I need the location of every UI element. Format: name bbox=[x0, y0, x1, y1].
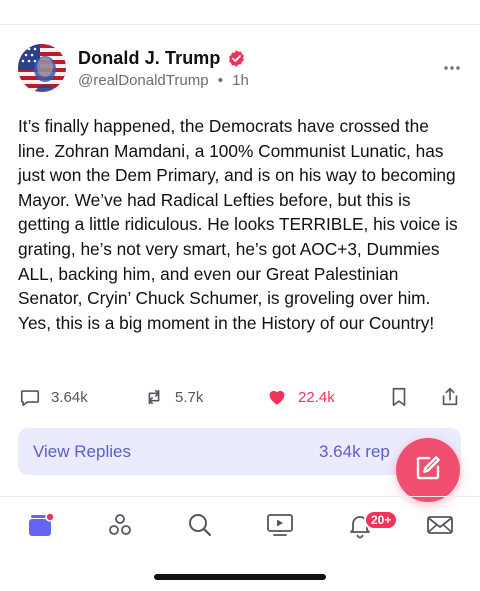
avatar[interactable] bbox=[18, 44, 66, 92]
tab-search[interactable] bbox=[184, 511, 216, 543]
notifications-badge: 20+ bbox=[364, 510, 399, 530]
retruth-icon bbox=[143, 386, 165, 408]
mail-icon bbox=[425, 511, 455, 544]
groups-icon bbox=[106, 511, 134, 544]
tab-groups[interactable] bbox=[104, 511, 136, 543]
separator-dot: • bbox=[217, 72, 223, 89]
replies-count: 3.64k rep bbox=[319, 442, 390, 461]
view-replies-button[interactable]: View Replies 3.64k rep bbox=[18, 428, 461, 475]
tab-video[interactable] bbox=[264, 511, 296, 543]
video-icon bbox=[265, 511, 295, 544]
post-card: Donald J. Trump @realDonaldTrump • 1h It… bbox=[0, 25, 480, 502]
handle-row: @realDonaldTrump • 1h bbox=[78, 72, 249, 89]
post-body: It’s finally happened, the Democrats hav… bbox=[18, 116, 458, 333]
heart-icon bbox=[266, 386, 288, 408]
compose-icon bbox=[413, 453, 443, 488]
reply-icon bbox=[19, 386, 41, 408]
like-count: 22.4k bbox=[298, 388, 335, 406]
compose-button[interactable] bbox=[396, 438, 460, 502]
reply-count: 3.64k bbox=[51, 388, 88, 406]
reply-button[interactable]: 3.64k bbox=[19, 383, 88, 411]
bottom-tab-bar: 20+ bbox=[0, 497, 480, 557]
retruth-count: 5.7k bbox=[175, 388, 204, 406]
retruth-button[interactable]: 5.7k bbox=[143, 383, 203, 411]
home-indicator bbox=[154, 574, 326, 580]
bookmark-button[interactable] bbox=[389, 383, 409, 411]
name-row: Donald J. Trump bbox=[78, 48, 246, 69]
home-icon bbox=[25, 510, 55, 545]
search-icon bbox=[186, 511, 214, 544]
view-replies-label: View Replies bbox=[33, 442, 131, 461]
post-actions: 3.64k 5.7k 22.4k bbox=[0, 383, 480, 411]
timestamp: 1h bbox=[232, 72, 249, 89]
bookmark-icon bbox=[389, 386, 409, 408]
handle[interactable]: @realDonaldTrump bbox=[78, 72, 209, 89]
display-name[interactable]: Donald J. Trump bbox=[78, 48, 221, 69]
more-options-icon[interactable] bbox=[442, 58, 462, 78]
share-button[interactable] bbox=[439, 383, 461, 411]
verified-badge-icon bbox=[227, 49, 246, 68]
tab-home[interactable] bbox=[24, 511, 56, 543]
like-button[interactable]: 22.4k bbox=[266, 383, 335, 411]
post-header: Donald J. Trump @realDonaldTrump • 1h bbox=[18, 44, 462, 94]
tab-messages[interactable] bbox=[424, 511, 456, 543]
share-icon bbox=[439, 386, 461, 408]
